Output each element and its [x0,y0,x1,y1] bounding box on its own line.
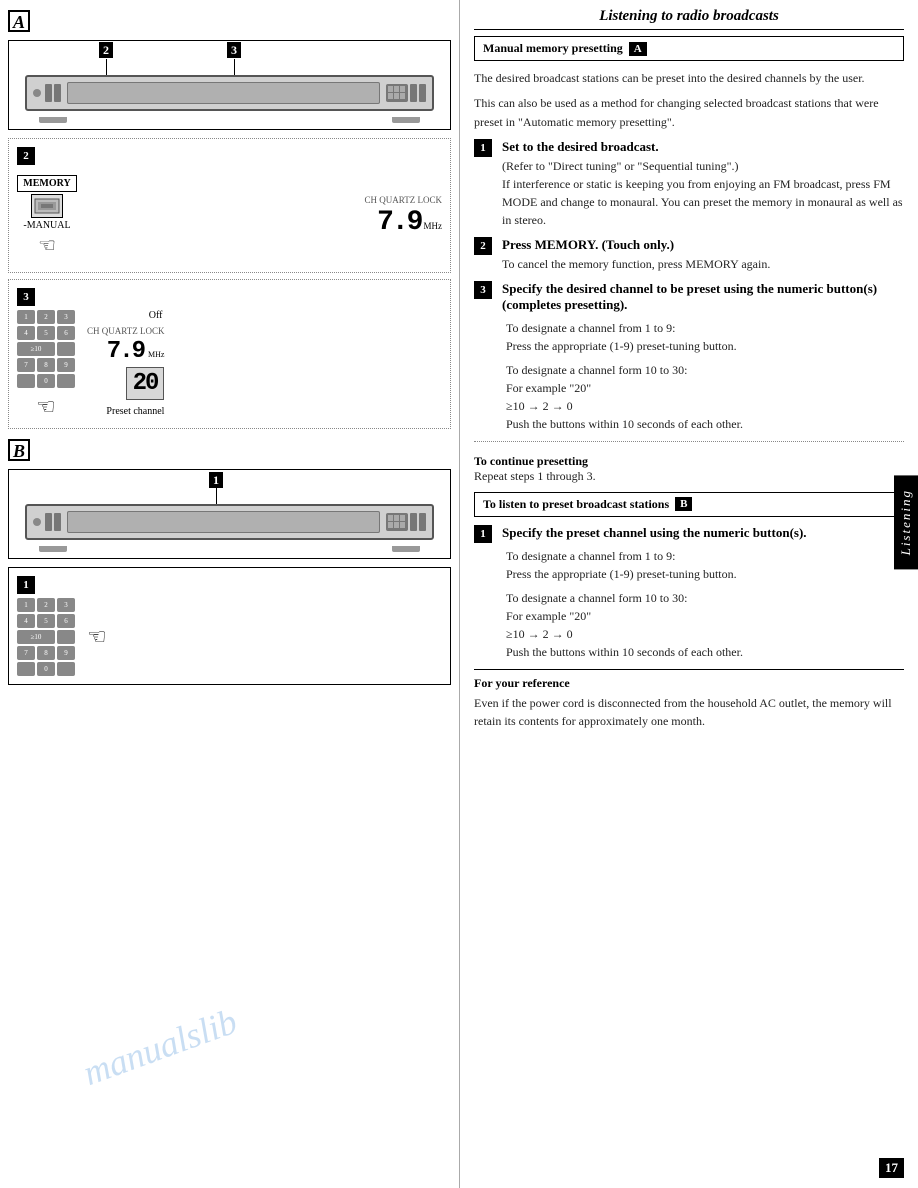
watermark: manualslib [78,1000,243,1094]
info-para-1: The desired broadcast stations can be pr… [474,69,904,88]
preset-step-1-title: Specify the preset channel using the num… [502,525,904,541]
info-para-2: This can also be used as a method for ch… [474,94,904,132]
manual-memory-section-header: Manual memory presetting A [474,36,904,61]
manual-label: -MANUAL [23,220,70,231]
step-1-title: Set to the desired broadcast. [502,139,904,155]
listening-side-tab: Listening [894,475,918,569]
preset-freq-display: 20 [133,370,158,397]
memory-panel: MEMORY -MANUAL ☞ CH QUARTZ LOCK 7.9 MHz [17,169,442,264]
step-2-badge: 2 [474,237,492,255]
step-3-content: Specify the desired channel to be preset… [502,281,904,433]
preset-s1-d2-seq: ≥10 → 2 → 0 [506,625,904,643]
preset-s1-d2-body: Push the buttons within 10 seconds of ea… [506,643,904,661]
continue-presetting-box: To continue presetting Repeat steps 1 th… [474,450,904,484]
memory-icon [31,194,63,218]
ch-quartz-label3: CH QUARTZ LOCK [87,326,164,336]
dotted-separator [474,441,904,442]
page-number: 17 [879,1158,904,1178]
page-title: Listening to radio broadcasts [474,8,904,30]
preset-s1-d1-body: Press the appropriate (1-9) preset-tunin… [506,565,904,583]
continue-body: Repeat steps 1 through 3. [474,469,904,484]
step-3-d2-body: Push the buttons within 10 seconds of ea… [506,415,904,433]
preset-step-1-content: Specify the preset channel using the num… [502,525,904,661]
preset-section-header: To listen to preset broadcast stations B [474,492,904,517]
freq-display3: 7.9 [107,338,144,365]
step-2-content: Press MEMORY. (Touch only.) To cancel th… [502,237,904,273]
manual-memory-title: Manual memory presetting [483,41,623,56]
step-1-row: 1 Set to the desired broadcast. (Refer t… [474,139,904,229]
tuner-device-diagram-b: 1 [8,469,451,559]
preset-s1-d1-title: To designate a channel from 1 to 9: [506,547,904,565]
section-b-label: B [8,439,30,461]
step-2-row: 2 Press MEMORY. (Touch only.) To cancel … [474,237,904,273]
preset-section-title: To listen to preset broadcast stations [483,497,669,512]
preset-step-1-row: 1 Specify the preset channel using the n… [474,525,904,661]
preset-s1-d2-title: To designate a channel form 10 to 30: [506,589,904,607]
step-1-detail: If interference or static is keeping you… [502,175,904,229]
manual-memory-badge: A [629,42,647,56]
section-b-container: B [8,439,451,465]
step2-diagram: 2 MEMORY -MANUAL ☞ CH QUARTZ LOCK [8,138,451,273]
preset-step-1-badge: 1 [474,525,492,543]
step-3-d1-title: To designate a channel from 1 to 9: [506,319,904,337]
step-1-badge: 1 [474,139,492,157]
step3-diagram: 3 123 456 ≥10 789 0 ☞ Off CH QUARTZ LOCK… [8,279,451,429]
reference-title: For your reference [474,676,904,691]
keypad-b: 123 456 ≥10 789 0 [17,598,75,676]
hand-cursor-icon2: ☞ [36,394,56,420]
section-b-step1-diagram: 1 123 456 ≥10 789 0 ☞ [8,567,451,685]
reference-box: For your reference Even if the power cor… [474,669,904,730]
freq-display: 7.9 [377,207,421,238]
hand-cursor-icon3: ☞ [87,624,107,650]
freq-unit: MHz [424,221,443,231]
continue-title: To continue presetting [474,454,904,469]
step-3-row: 3 Specify the desired channel to be pres… [474,281,904,433]
step-2-detail: To cancel the memory function, press MEM… [502,255,904,273]
preset-s1-d2-ex: For example "20" [506,607,904,625]
hand-cursor-icon: ☞ [38,233,56,258]
step-3-d1-body: Press the appropriate (1-9) preset-tunin… [506,337,904,355]
off-label: Off [149,310,163,321]
right-panel: Listening to radio broadcasts Manual mem… [460,0,918,1188]
step-1-content: Set to the desired broadcast. (Refer to … [502,139,904,229]
step-2-title: Press MEMORY. (Touch only.) [502,237,904,253]
step-1-sub: (Refer to "Direct tuning" or "Sequential… [502,157,904,175]
step-3-d2-seq: ≥10 → 2 → 0 [506,397,904,415]
section-a-label: A [8,10,451,36]
step-3-title: Specify the desired channel to be preset… [502,281,904,313]
step-3-d2-title: To designate a channel form 10 to 30: [506,361,904,379]
preset-section-badge: B [675,497,692,511]
memory-label: MEMORY [17,175,77,192]
step-3-badge: 3 [474,281,492,299]
step-3-d2-ex: For example "20" [506,379,904,397]
keypad: 123 456 ≥10 789 0 [17,310,75,388]
ch-quartz-label: CH QUARTZ LOCK [365,195,442,205]
left-panel: A 2 3 [0,0,460,1188]
reference-body: Even if the power cord is disconnected f… [474,694,904,730]
preset-channel-label: Preset channel [106,406,164,417]
tuner-device-diagram-a: 2 3 [8,40,451,130]
